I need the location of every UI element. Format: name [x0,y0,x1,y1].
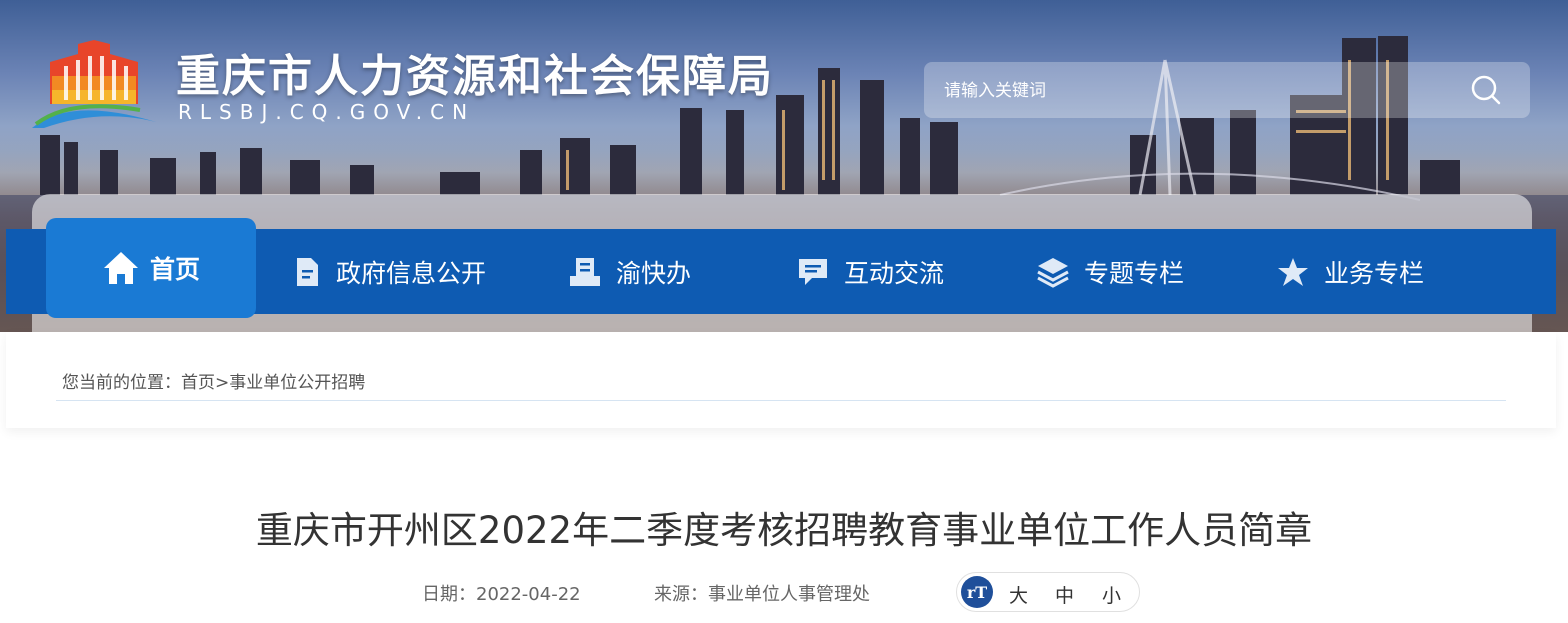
nav-label: 政府信息公开 [336,258,487,288]
divider [56,400,1506,401]
breadcrumb: 您当前的位置：首页>事业单位公开招聘 [62,368,365,393]
star-icon [1278,257,1308,286]
nav-item-home[interactable]: 首页 [46,218,256,318]
breadcrumb-home-link[interactable]: 首页 [181,373,215,393]
nav-item-interaction[interactable]: 互动交流 [796,229,944,314]
document-icon [297,257,318,286]
nav-label: 首页 [149,255,200,284]
search-input[interactable] [942,62,1446,120]
search-button[interactable] [1470,74,1502,106]
font-size-icon: rT [961,576,993,608]
breadcrumb-prefix: 您当前的位置： [62,373,181,393]
file-list-icon [570,257,600,286]
nav-label: 业务专栏 [1324,258,1425,288]
font-size-medium-button[interactable]: 中 [1055,581,1074,608]
nav-item-business[interactable]: 业务专栏 [1276,229,1424,314]
article-date: 日期：2022-04-22 [422,584,581,605]
breadcrumb-panel: 您当前的位置：首页>事业单位公开招聘 [6,332,1556,428]
home-icon [103,252,138,284]
nav-item-government-info[interactable]: 政府信息公开 [292,229,486,314]
breadcrumb-current-link[interactable]: 事业单位公开招聘 [229,373,365,393]
article-source: 来源：事业单位人事管理处 [654,584,870,605]
site-domain: RLSBJ.CQ.GOV.CN [178,100,476,124]
search-box [924,62,1530,120]
nav-label: 渝快办 [616,258,692,288]
chat-icon [799,258,827,285]
government-building-logo [32,40,156,128]
search-icon [1471,75,1501,105]
nav-item-yukuaiban[interactable]: 渝快办 [568,229,691,314]
site-title: 重庆市人力资源和社会保障局 [176,51,774,102]
font-size-small-button[interactable]: 小 [1102,581,1121,608]
font-size-switcher: rT 大 中 小 [956,572,1140,612]
article-title: 重庆市开州区2022年二季度考核招聘教育事业单位工作人员简章 [255,509,1313,552]
nav-label: 专题专栏 [1084,258,1185,288]
nav-item-special-topics[interactable]: 专题专栏 [1036,229,1184,314]
breadcrumb-separator: > [215,373,230,393]
nav-label: 互动交流 [844,258,945,288]
layers-icon [1037,257,1069,288]
font-size-large-button[interactable]: 大 [1009,581,1028,608]
